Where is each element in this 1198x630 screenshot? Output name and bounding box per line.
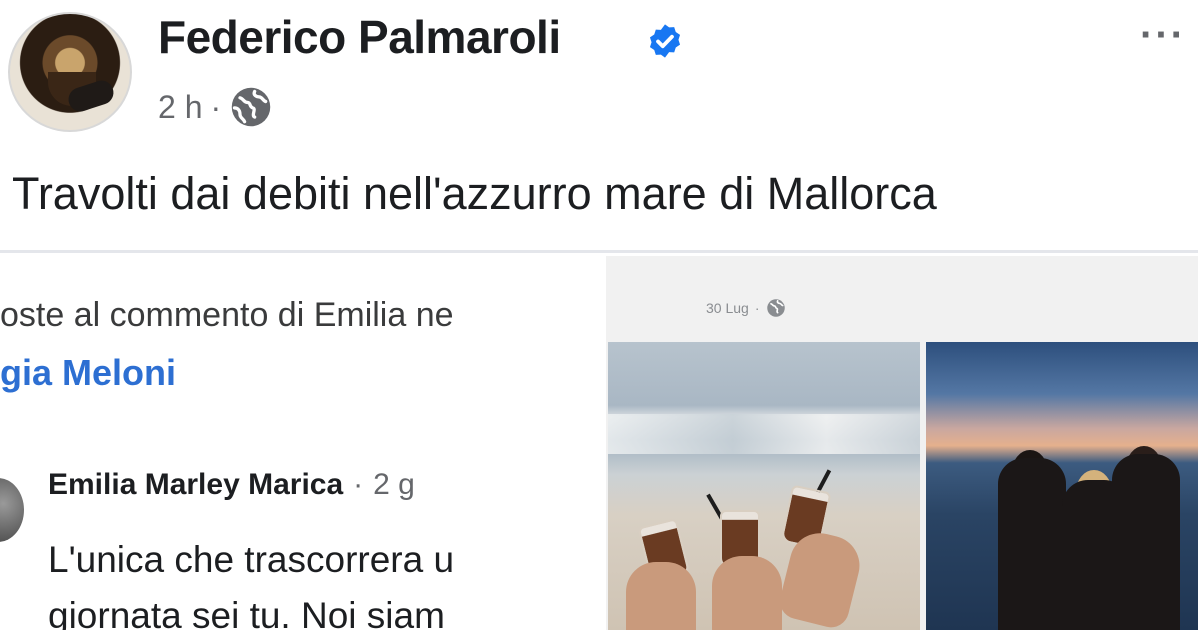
commenter-name[interactable]: Emilia Marley Marica [48,468,343,502]
comment-age[interactable]: 2 g [373,468,415,502]
author-name[interactable]: Federico Palmaroli [158,10,561,64]
post-caption: Travolti dai debiti nell'azzurro mare di… [12,168,937,219]
profile-link[interactable]: gia Meloni [0,352,176,394]
hand-shape [626,562,696,630]
photo-post-meta: 30 Lug · [706,298,786,318]
author-avatar[interactable] [8,12,132,132]
reply-context-text: oste al commento di Emilia ne [0,296,454,334]
verified-badge-icon [649,24,681,58]
post-meta: 2 h · [158,84,273,130]
comment-line: L'unica che trascorrera u [48,539,455,580]
embedded-photo-post: 30 Lug · [606,256,1198,630]
sea-foam-shape [608,414,920,454]
sunset-group-photo[interactable] [926,342,1198,630]
commenter-avatar[interactable] [0,478,24,542]
person-shape [998,458,1066,630]
photo-meta-separator: · [754,300,760,316]
comment-line: giornata sei tu. Noi siam [48,595,445,630]
post-divider [0,250,1198,253]
comment-body: L'unica che trascorrera u giornata sei t… [48,532,608,630]
commenter-header: Emilia Marley Marica · 2 g [48,468,415,502]
photo-post-date: 30 Lug [706,300,749,316]
person-shape [1112,454,1180,630]
post-options-button[interactable]: ··· [1140,15,1186,55]
globe-icon [766,299,785,317]
hand-shape [712,556,782,630]
meta-separator: · [210,88,222,125]
comment-age-separator: · [353,468,364,501]
globe-icon[interactable] [229,85,273,129]
post-timestamp[interactable]: 2 h [158,89,202,126]
beach-drinks-photo[interactable] [608,342,920,630]
